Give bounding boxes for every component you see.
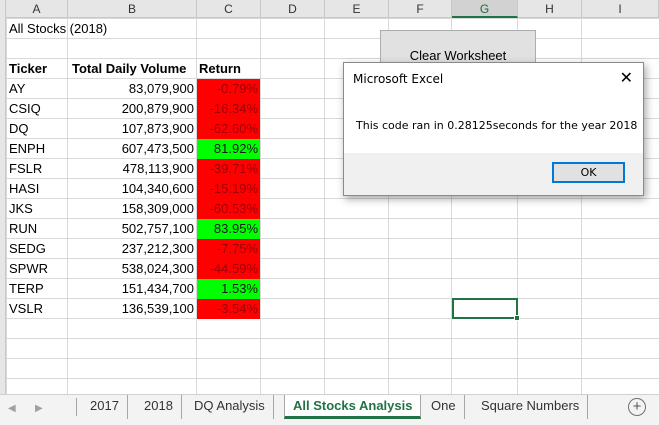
column-header-b[interactable]: B — [68, 0, 197, 18]
ticker-cell[interactable]: HASI — [9, 179, 67, 199]
column-header-f[interactable]: F — [389, 0, 452, 18]
sheet-tab-square-numbers[interactable]: Square Numbers — [473, 395, 589, 419]
volume-cell[interactable]: 107,873,900 — [68, 119, 196, 139]
return-cell[interactable]: -7.75% — [197, 239, 260, 259]
volume-cell[interactable]: 607,473,500 — [68, 139, 196, 159]
sheet-tab-dq-analysis[interactable]: DQ Analysis — [186, 395, 274, 419]
dialog-message: This code ran in 0.28125seconds for the … — [356, 119, 638, 132]
column-header-d[interactable]: D — [261, 0, 325, 18]
return-cell[interactable]: -60.53% — [197, 199, 260, 219]
dialog-footer: OK — [344, 153, 643, 195]
return-cell[interactable]: -0.79% — [197, 79, 260, 99]
return-cell[interactable]: -62.60% — [197, 119, 260, 139]
return-cell[interactable]: -16.34% — [197, 99, 260, 119]
ticker-cell[interactable]: CSIQ — [9, 99, 67, 119]
column-header-g[interactable]: G — [452, 0, 518, 18]
header-ticker[interactable]: Ticker — [9, 59, 69, 79]
column-header-i[interactable]: I — [582, 0, 659, 18]
column-header-h[interactable]: H — [518, 0, 582, 18]
ticker-cell[interactable]: JKS — [9, 199, 67, 219]
ok-button[interactable]: OK — [552, 162, 625, 183]
dialog-title: Microsoft Excel — [353, 72, 444, 86]
return-cell[interactable]: 81.92% — [197, 139, 260, 159]
ticker-cell[interactable]: SPWR — [9, 259, 67, 279]
add-sheet-icon[interactable]: + — [628, 398, 646, 416]
volume-cell[interactable]: 136,539,100 — [68, 299, 196, 319]
ticker-cell[interactable]: RUN — [9, 219, 67, 239]
column-header-row: A B C D E F G H I — [0, 0, 659, 18]
ticker-cell[interactable]: DQ — [9, 119, 67, 139]
return-cell[interactable]: -15.19% — [197, 179, 260, 199]
volume-cell[interactable]: 104,340,600 — [68, 179, 196, 199]
ticker-cell[interactable]: AY — [9, 79, 67, 99]
volume-cell[interactable]: 158,309,000 — [68, 199, 196, 219]
sheet-tab-all-stocks-analysis[interactable]: All Stocks Analysis — [284, 395, 422, 419]
column-header-c[interactable]: C — [197, 0, 261, 18]
sheet-tab-2018[interactable]: 2018 — [136, 395, 182, 419]
ticker-cell[interactable]: VSLR — [9, 299, 67, 319]
volume-cell[interactable]: 200,879,900 — [68, 99, 196, 119]
fill-handle[interactable] — [514, 315, 520, 321]
ticker-cell[interactable]: SEDG — [9, 239, 67, 259]
volume-cell[interactable]: 237,212,300 — [68, 239, 196, 259]
message-dialog: Microsoft Excel ✕ This code ran in 0.281… — [343, 62, 644, 196]
volume-cell[interactable]: 83,079,900 — [68, 79, 196, 99]
ticker-cell[interactable]: TERP — [9, 279, 67, 299]
header-total-daily-volume[interactable]: Total Daily Volume — [72, 59, 198, 79]
ticker-cell[interactable]: FSLR — [9, 159, 67, 179]
return-cell[interactable]: -44.59% — [197, 259, 260, 279]
sheet-tab-bar: ◀ ▶ 2017 2018 DQ Analysis All Stocks Analys… — [0, 394, 659, 425]
sheet-title-cell[interactable]: All Stocks (2018) — [9, 19, 107, 39]
volume-cell[interactable]: 538,024,300 — [68, 259, 196, 279]
active-cell-selection[interactable] — [452, 298, 520, 321]
ticker-cell[interactable]: ENPH — [9, 139, 67, 159]
column-header-e[interactable]: E — [325, 0, 389, 18]
close-icon[interactable]: ✕ — [620, 69, 633, 87]
column-header-a[interactable]: A — [6, 0, 68, 18]
return-cell[interactable]: 1.53% — [197, 279, 260, 299]
header-return[interactable]: Return — [199, 59, 261, 79]
volume-cell[interactable]: 502,757,100 — [68, 219, 196, 239]
scroll-tabs-right-icon[interactable]: ▶ — [35, 403, 43, 414]
volume-cell[interactable]: 478,113,900 — [68, 159, 196, 179]
sheet-tab-one[interactable]: One — [423, 395, 465, 419]
volume-cell[interactable]: 151,434,700 — [68, 279, 196, 299]
scroll-tabs-left-icon[interactable]: ◀ — [8, 403, 16, 414]
sheet-tab-2017[interactable]: 2017 — [82, 395, 128, 419]
return-cell[interactable]: -3.54% — [197, 299, 260, 319]
tab-divider — [76, 398, 77, 416]
return-cell[interactable]: 83.95% — [197, 219, 260, 239]
return-cell[interactable]: -39.71% — [197, 159, 260, 179]
